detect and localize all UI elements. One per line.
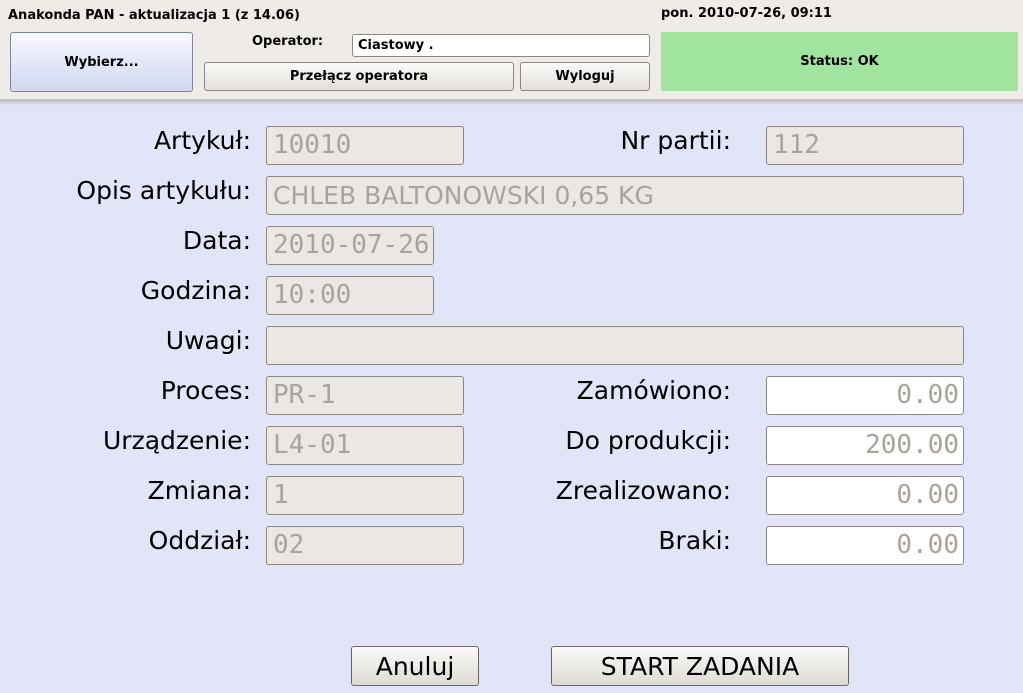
do-produkcji-label: Do produkcji:	[565, 426, 731, 455]
uwagi-field[interactable]	[266, 326, 964, 365]
zmiana-field[interactable]: 1	[266, 476, 464, 515]
proces-field[interactable]: PR-1	[266, 376, 464, 415]
urzadzenie-field[interactable]: L4-01	[266, 426, 464, 465]
proces-label: Proces:	[160, 376, 251, 405]
braki-field[interactable]: 0.00	[766, 526, 964, 565]
app-title: Anakonda PAN - aktualizacja 1 (z 14.06)	[8, 8, 300, 23]
zamowiono-field[interactable]: 0.00	[766, 376, 964, 415]
operator-label: Operator:	[252, 34, 324, 49]
oddzial-field[interactable]: 02	[266, 526, 464, 565]
cancel-button[interactable]: Anuluj	[351, 646, 479, 686]
godzina-field[interactable]: 10:00	[266, 276, 434, 315]
header-shadow	[0, 100, 1023, 105]
braki-label: Braki:	[658, 526, 731, 555]
urzadzenie-label: Urządzenie:	[103, 426, 251, 455]
start-task-button[interactable]: START ZADANIA	[551, 646, 849, 686]
switch-operator-button[interactable]: Przełącz operatora	[204, 62, 514, 91]
top-bar: Anakonda PAN - aktualizacja 1 (z 14.06) …	[0, 0, 1023, 100]
opis-field[interactable]: CHLEB BALTONOWSKI 0,65 KG	[266, 176, 964, 215]
nr-partii-label: Nr partii:	[620, 126, 731, 155]
zamowiono-label: Zamówiono:	[576, 376, 731, 405]
operator-field[interactable]: Ciastowy .	[352, 34, 650, 57]
do-produkcji-field[interactable]: 200.00	[766, 426, 964, 465]
nr-partii-field[interactable]: 112	[766, 126, 964, 165]
date-time: pon. 2010-07-26, 09:11	[661, 6, 832, 21]
logout-button[interactable]: Wyloguj	[520, 62, 650, 91]
opis-label: Opis artykułu:	[76, 176, 251, 205]
status-panel: Status: OK	[661, 32, 1018, 91]
zrealizowano-label: Zrealizowano:	[555, 476, 731, 505]
artykul-label: Artykuł:	[153, 126, 251, 155]
godzina-label: Godzina:	[140, 276, 251, 305]
data-field[interactable]: 2010-07-26	[266, 226, 434, 265]
zrealizowano-field[interactable]: 0.00	[766, 476, 964, 515]
select-button[interactable]: Wybierz...	[10, 32, 193, 92]
artykul-field[interactable]: 10010	[266, 126, 464, 165]
oddzial-label: Oddział:	[148, 526, 251, 555]
zmiana-label: Zmiana:	[147, 476, 251, 505]
data-label: Data:	[182, 226, 251, 255]
uwagi-label: Uwagi:	[165, 326, 251, 355]
